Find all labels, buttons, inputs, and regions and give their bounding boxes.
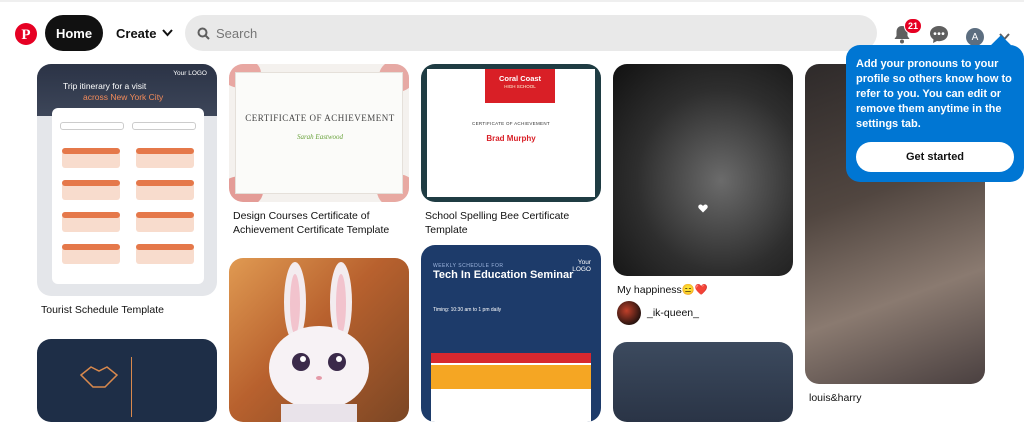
pin-title[interactable]: My happiness😑❤️ xyxy=(617,283,708,297)
pronouns-tooltip: Add your pronouns to your profile so oth… xyxy=(846,35,1024,182)
pin-image-subtitle: across New York City xyxy=(83,92,164,102)
pin-spelling-bee-certificate[interactable]: Coral Coast HIGH SCHOOL CERTIFICATE OF A… xyxy=(421,64,601,202)
pin-my-happiness[interactable] xyxy=(613,64,793,276)
certificate-sheet: Coral Coast HIGH SCHOOL CERTIFICATE OF A… xyxy=(427,69,595,197)
chat-bubble-icon xyxy=(930,25,948,43)
certificate-name: Sarah Eastwood xyxy=(296,133,344,141)
school-subtitle: HIGH SCHOOL xyxy=(504,84,536,89)
svg-text:P: P xyxy=(21,27,30,43)
handshake-icon xyxy=(79,366,119,388)
certificate-title: CERTIFICATE OF ACHIEVEMENT xyxy=(245,113,395,123)
pin-image-title: Tech In Education Seminar xyxy=(433,269,574,281)
certificate-sheet: CERTIFICATE OF ACHIEVEMENT Sarah Eastwoo… xyxy=(235,72,403,194)
profile-avatar[interactable]: A xyxy=(966,28,984,46)
certificate-name: Brad Murphy xyxy=(486,134,536,143)
pin-image-title: Trip itinerary for a visit xyxy=(63,81,147,91)
chevron-down-icon xyxy=(162,29,174,37)
certificate-title: CERTIFICATE OF ACHIEVEMENT xyxy=(472,121,550,126)
get-started-button[interactable]: Get started xyxy=(856,142,1014,172)
pin-design-certificate[interactable]: CERTIFICATE OF ACHIEVEMENT Sarah Eastwoo… xyxy=(229,64,409,202)
pin-username[interactable]: _ik-queen_ xyxy=(647,306,699,320)
pin-handshake[interactable] xyxy=(37,339,217,422)
create-button[interactable]: Create xyxy=(108,15,181,51)
search-icon xyxy=(197,27,210,40)
school-name: Coral Coast xyxy=(498,74,542,83)
pin-title[interactable]: Tourist Schedule Template xyxy=(41,303,164,317)
search-bar[interactable] xyxy=(185,15,877,51)
bunny-illustration xyxy=(269,262,369,422)
user-avatar[interactable] xyxy=(617,301,641,325)
search-input[interactable] xyxy=(216,25,816,41)
tooltip-message: Add your pronouns to your profile so oth… xyxy=(856,58,1012,130)
pin-image-logo: Your LOGO xyxy=(173,70,207,77)
pin-night-city[interactable] xyxy=(613,342,793,422)
certificate-ribbon: Coral Coast HIGH SCHOOL xyxy=(485,69,555,103)
pin-title[interactable]: louis&harry xyxy=(809,391,862,405)
pin-title[interactable]: School Spelling Bee Certificate Template xyxy=(425,209,601,237)
pin-image-timing: Timing: 10:30 am to 1 pm daily xyxy=(433,307,502,313)
heart-icon xyxy=(698,204,708,213)
pin-tech-seminar[interactable]: WEEKLY SCHEDULE FOR Tech In Education Se… xyxy=(421,245,601,422)
notification-badge: 21 xyxy=(904,18,923,34)
divider xyxy=(131,357,132,417)
pin-bunny-illustration[interactable] xyxy=(229,258,409,422)
pin-title[interactable]: Design Courses Certificate of Achievemen… xyxy=(233,209,409,237)
pin-image-logo: Your LOGO xyxy=(572,259,591,273)
top-divider xyxy=(0,0,1024,2)
schedule-table xyxy=(431,353,591,422)
itinerary-sheet xyxy=(52,108,204,284)
home-button[interactable]: Home xyxy=(45,15,103,51)
create-label: Create xyxy=(116,25,157,41)
pin-tourist-schedule[interactable]: Trip itinerary for a visit across New Yo… xyxy=(37,64,217,296)
pinterest-logo-icon[interactable]: P xyxy=(15,23,37,45)
